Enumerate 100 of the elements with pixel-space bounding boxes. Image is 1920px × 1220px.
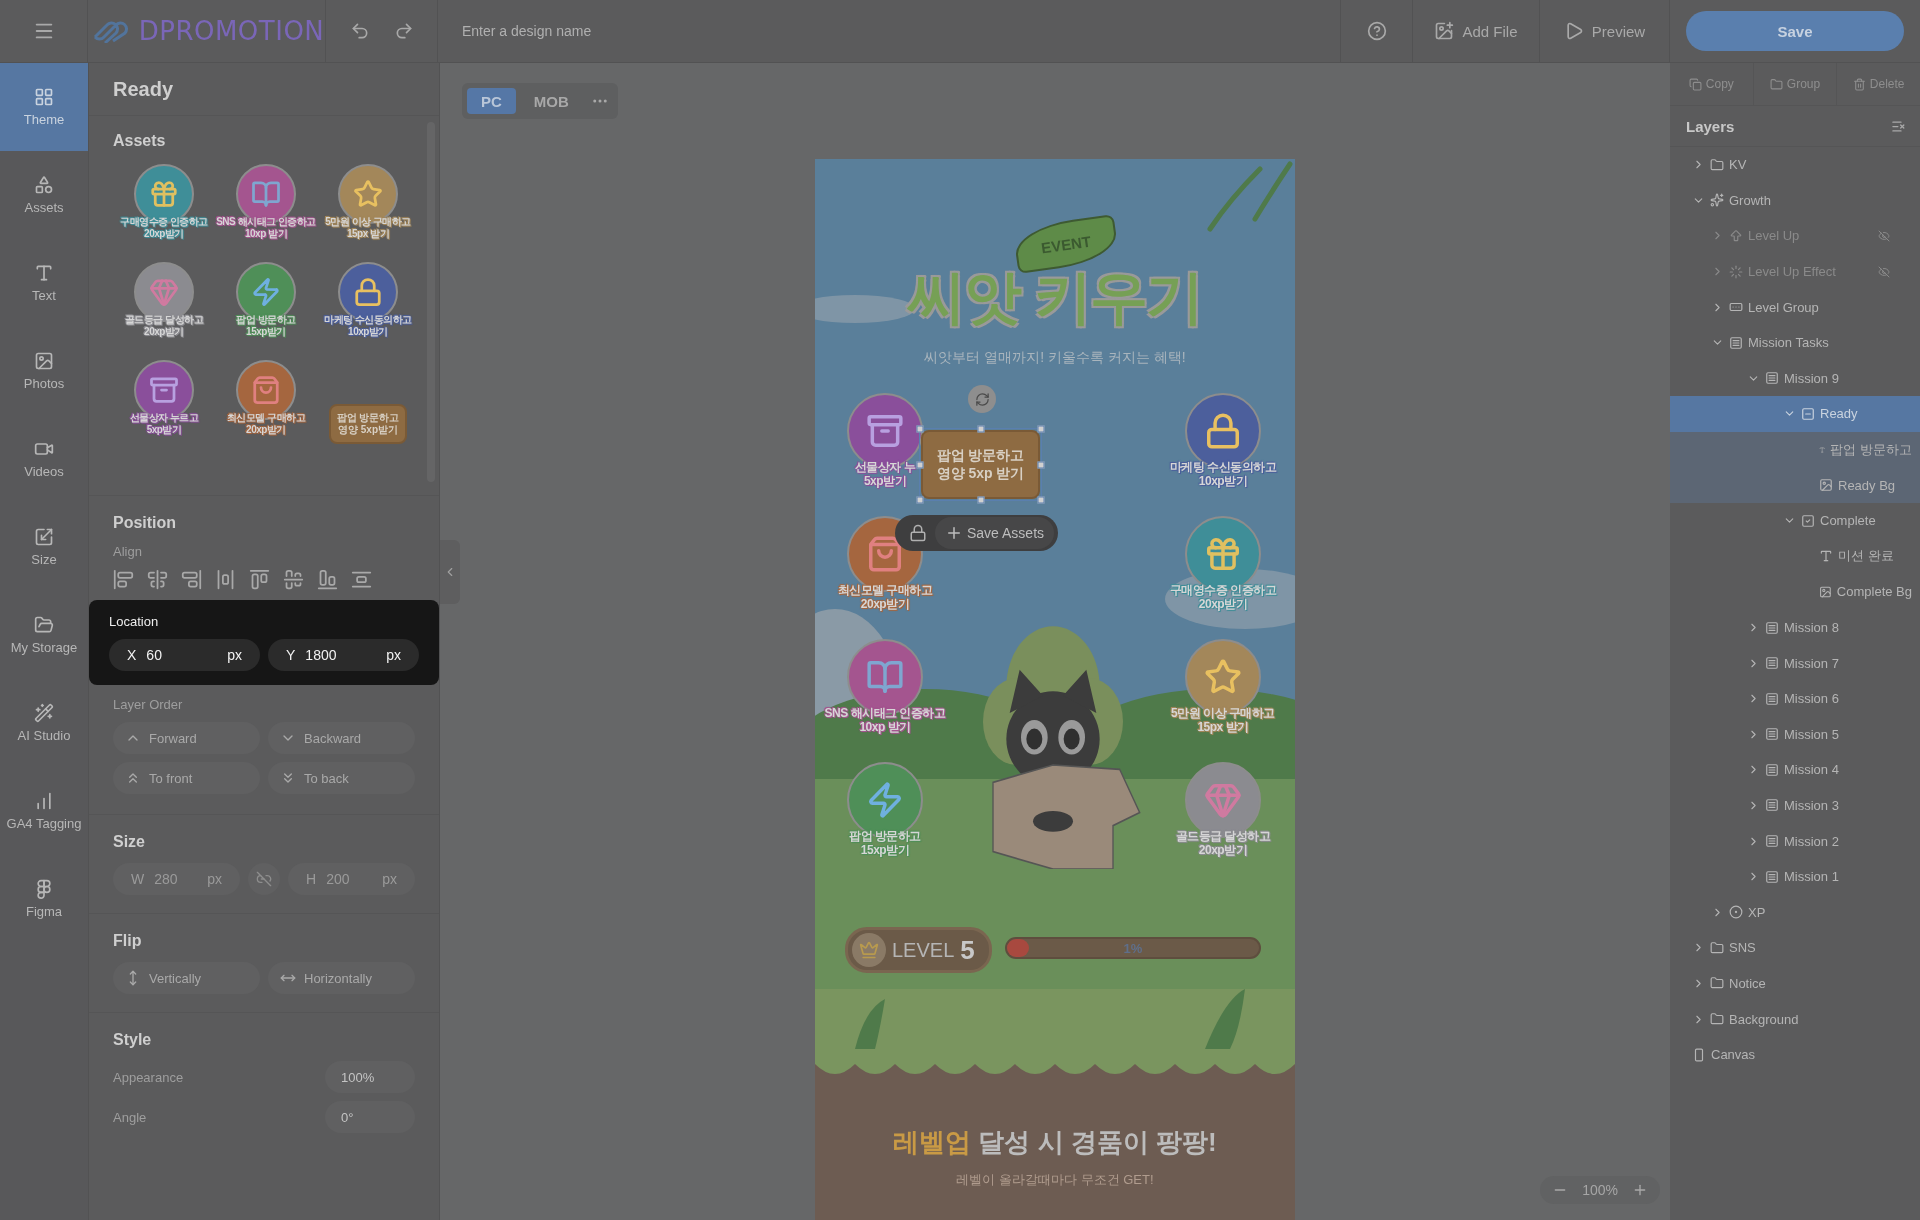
layer-item[interactable]: 미션 완료 xyxy=(1670,538,1920,575)
save-assets-button[interactable]: Save Assets xyxy=(935,517,1055,549)
layer-item[interactable]: Mission 9 xyxy=(1670,360,1920,397)
distribute-horizontal-icon[interactable] xyxy=(215,569,236,590)
badge-label: 팝업 방문하고 15xp받기 xyxy=(236,314,296,337)
layer-item[interactable]: Background xyxy=(1670,1001,1920,1037)
layer-item[interactable]: Ready xyxy=(1670,396,1920,432)
sidebar-item[interactable]: Assets xyxy=(0,151,88,239)
layer-item[interactable]: Mission 5 xyxy=(1670,716,1920,753)
layer-item[interactable]: KV xyxy=(1670,147,1920,183)
layer-item[interactable]: Mission 2 xyxy=(1670,823,1920,859)
align-middle-icon[interactable] xyxy=(283,569,304,590)
sidebar-item[interactable]: Figma xyxy=(0,855,88,943)
flip-button[interactable]: Vertically xyxy=(113,962,260,994)
layer-item[interactable]: Mission 8 xyxy=(1670,609,1920,646)
collapse-handle[interactable] xyxy=(440,540,460,604)
gem-icon xyxy=(1204,781,1242,819)
checkbox-icon xyxy=(1801,513,1815,528)
distribute-vertical-icon[interactable] xyxy=(351,569,372,590)
sidebar-item[interactable]: Theme xyxy=(0,63,88,151)
style-field[interactable]: 0° xyxy=(325,1101,415,1133)
sidebar-item[interactable]: AI Studio xyxy=(0,679,88,767)
badge-label: 5만원 이상 구매하고 15px 받기 xyxy=(1171,707,1275,735)
layer-item[interactable]: Ready Bg xyxy=(1670,467,1920,503)
view-tab[interactable]: PC xyxy=(467,88,516,114)
design-name-field[interactable]: Enter a design name xyxy=(460,10,1340,52)
list-icon xyxy=(1765,656,1779,671)
layer-item[interactable]: Mission 1 xyxy=(1670,858,1920,895)
sidebar-item[interactable]: Size xyxy=(0,503,88,591)
layer-item[interactable]: Mission 4 xyxy=(1670,752,1920,788)
list-icon xyxy=(1765,727,1779,742)
preview-button[interactable]: Preview xyxy=(1557,20,1652,42)
flip-button[interactable]: Horizontally xyxy=(268,962,415,994)
layer-item[interactable]: Mission 3 xyxy=(1670,787,1920,824)
layer-item[interactable]: XP xyxy=(1670,894,1920,931)
lock-icon xyxy=(353,277,383,307)
sidebar-item[interactable]: Videos xyxy=(0,415,88,503)
hidden-icon[interactable] xyxy=(1878,230,1890,242)
layer-item[interactable]: Mission 7 xyxy=(1670,645,1920,681)
layer-item[interactable]: Canvas xyxy=(1670,1036,1920,1073)
layer-item[interactable]: SNS xyxy=(1670,930,1920,966)
sidebar-item[interactable]: My Storage xyxy=(0,591,88,679)
book-icon xyxy=(251,179,281,209)
sidebar-item[interactable]: Photos xyxy=(0,327,88,415)
asset-card[interactable]: 팝업 방문하고 영양 5xp받기 xyxy=(329,404,407,444)
field-label: Angle xyxy=(113,1109,147,1125)
unlink-icon[interactable] xyxy=(248,863,280,895)
badge-label: 마케팅 수신동의하고 10xp받기 xyxy=(324,314,412,337)
location-field[interactable]: Y 1800 px xyxy=(268,639,419,671)
align-bottom-icon[interactable] xyxy=(317,569,338,590)
layer-order-button[interactable]: To front xyxy=(113,762,260,794)
design-subtitle: 씨앗부터 열매까지! 키울수록 커지는 혜택! xyxy=(923,349,1187,367)
folder-icon xyxy=(1769,77,1783,91)
list-icon xyxy=(1729,335,1743,350)
star-icon xyxy=(353,179,383,209)
align-right-icon[interactable] xyxy=(181,569,202,590)
list-icon xyxy=(1765,371,1779,386)
layer-item[interactable]: Notice xyxy=(1670,965,1920,1002)
image-icon xyxy=(1819,478,1833,493)
layer-order-button[interactable]: To back xyxy=(268,762,415,794)
align-center-icon[interactable] xyxy=(147,569,168,590)
view-tab[interactable]: MOB xyxy=(519,88,583,114)
sidebar-item[interactable]: GA4 Tagging xyxy=(0,767,88,855)
add-file-button[interactable]: Add File xyxy=(1428,20,1524,42)
location-field[interactable]: X 60 px xyxy=(109,639,260,671)
list-icon xyxy=(1765,620,1779,635)
layer-order-button[interactable]: Forward xyxy=(113,722,260,754)
copy-icon xyxy=(1688,77,1702,91)
sidebar-item[interactable]: Text xyxy=(0,239,88,327)
list-clear-icon[interactable] xyxy=(1891,118,1906,134)
bar-chart-icon xyxy=(34,790,54,811)
text-icon xyxy=(1819,549,1833,564)
align-top-icon[interactable] xyxy=(249,569,270,590)
brand-name: DPROMOTION xyxy=(138,16,325,46)
layer-item[interactable]: Complete xyxy=(1670,502,1920,539)
layer-item[interactable]: 팝업 방문하고 xyxy=(1670,431,1920,468)
style-field[interactable]: 100% xyxy=(325,1061,415,1093)
mission-card[interactable]: 팝업 방문하고 영양 5xp 받기 xyxy=(921,430,1040,499)
layer-item[interactable]: Mission 6 xyxy=(1670,680,1920,717)
layer-item[interactable]: Growth xyxy=(1670,182,1920,219)
list-icon xyxy=(1765,762,1779,777)
save-button[interactable]: Save xyxy=(1686,11,1904,51)
align-left-icon[interactable] xyxy=(113,569,134,590)
layer-item[interactable]: Complete Bg xyxy=(1670,574,1920,610)
layer-order-button[interactable]: Backward xyxy=(268,722,415,754)
section-heading: Assets xyxy=(113,132,167,150)
hidden-icon[interactable] xyxy=(1878,265,1890,278)
zoom-in-icon[interactable] xyxy=(1632,1182,1648,1198)
badge-label: 선물상자 누 5xp받기 xyxy=(854,461,916,489)
list-icon xyxy=(1765,798,1779,813)
badge-label: 선물상자 누르고 5xp받기 xyxy=(129,412,199,435)
layer-item[interactable]: Mission Tasks xyxy=(1670,324,1920,361)
trash-icon xyxy=(1852,77,1866,91)
layer-item[interactable]: Level Group xyxy=(1670,289,1920,325)
star-icon xyxy=(1204,658,1242,696)
lock-icon xyxy=(1204,412,1242,450)
shapes-icon xyxy=(34,174,54,195)
chest-icon xyxy=(866,412,904,450)
crown-icon xyxy=(852,933,886,967)
badge-label: SNS 해시태그 인증하고 10xp 받기 xyxy=(216,216,316,239)
